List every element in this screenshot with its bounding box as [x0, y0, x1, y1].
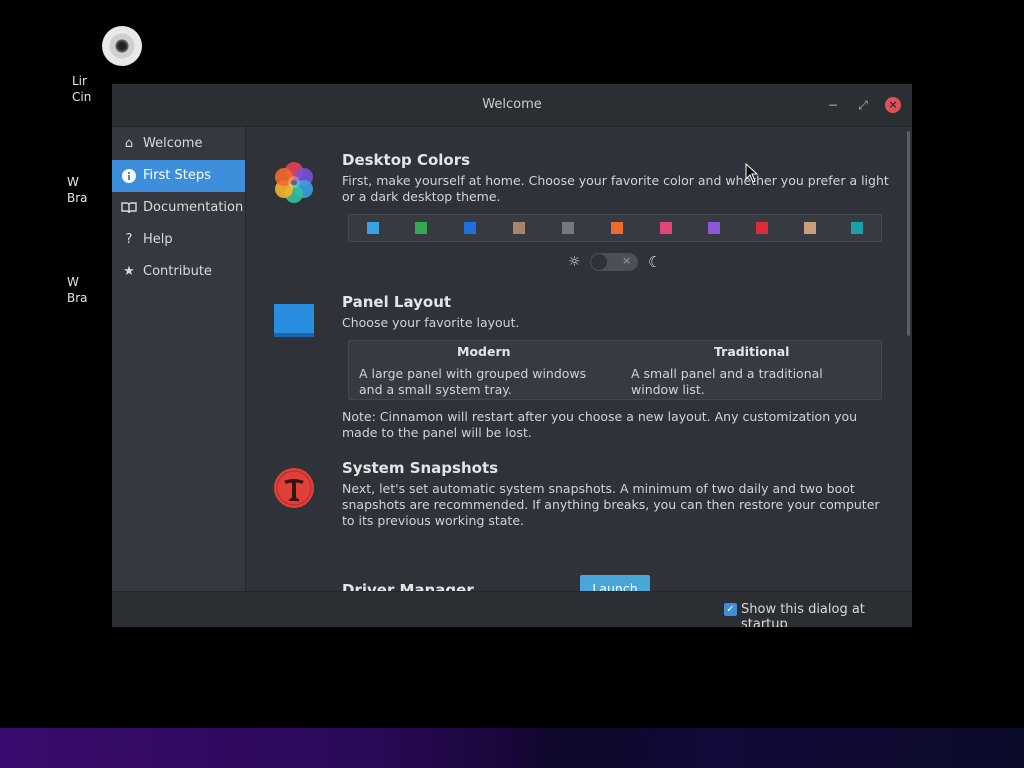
color-swatch-red[interactable]	[756, 222, 768, 234]
sidebar-item-first-steps[interactable]: First Steps	[112, 160, 245, 192]
color-swatch-orange[interactable]	[611, 222, 623, 234]
color-swatch-grey[interactable]	[562, 222, 574, 234]
desktop-colors-title: Desktop Colors	[342, 151, 471, 169]
titlebar[interactable]: Welcome − ⤢ ×	[112, 84, 912, 127]
color-palette	[348, 214, 882, 242]
color-swatch-pink[interactable]	[660, 222, 672, 234]
color-flower-icon	[274, 160, 314, 208]
disc-icon[interactable]	[102, 26, 142, 66]
sidebar-item-label: Documentation	[143, 200, 244, 215]
traditional-text: A small panel and a traditional window l…	[631, 366, 823, 397]
close-button[interactable]: ×	[885, 97, 901, 113]
layout-option-modern[interactable]: Modern A large panel with grouped window…	[349, 341, 615, 399]
sidebar-item-help[interactable]: ? Help	[112, 224, 245, 256]
color-swatch-teal[interactable]	[851, 222, 863, 234]
help-icon: ?	[125, 232, 133, 247]
desktop-icon-label[interactable]: W Bra	[67, 274, 92, 306]
sidebar-item-label: Welcome	[143, 136, 203, 151]
sidebar-item-label: Help	[143, 232, 173, 247]
book-icon	[121, 200, 137, 216]
color-swatch-blue[interactable]	[367, 222, 379, 234]
sidebar: ⌂ Welcome First Steps Documentation ? He…	[112, 127, 246, 591]
timeshift-icon	[274, 468, 314, 512]
driver-manager-title: Driver Manager	[342, 581, 474, 591]
color-swatch-brown[interactable]	[513, 222, 525, 234]
panel-layout-icon	[274, 304, 314, 338]
sidebar-item-welcome[interactable]: ⌂ Welcome	[112, 128, 245, 160]
toggle-knob	[591, 254, 607, 270]
color-swatch-royal-blue[interactable]	[464, 222, 476, 234]
window-title: Welcome	[482, 97, 542, 112]
desktop-icon-label[interactable]: Lir Cin	[72, 73, 92, 105]
desktop-icon-label[interactable]: W Bra	[67, 174, 92, 206]
layout-option-traditional[interactable]: Traditional A small panel and a traditio…	[615, 341, 881, 399]
panel-background	[0, 728, 1024, 768]
sidebar-item-label: Contribute	[143, 264, 212, 279]
footer: ✓ Show this dialog at startup	[112, 591, 912, 627]
maximize-button[interactable]: ⤢	[855, 97, 871, 113]
dark-mode-toggle[interactable]: ×	[590, 253, 638, 271]
modern-text: A large panel with grouped windows and a…	[359, 366, 587, 397]
sidebar-item-documentation[interactable]: Documentation	[112, 192, 245, 224]
show-at-startup-label[interactable]: Show this dialog at startup	[741, 602, 912, 627]
color-swatch-purple[interactable]	[708, 222, 720, 234]
toggle-off-icon: ×	[622, 254, 632, 267]
system-snapshots-text: Next, let's set automatic system snapsho…	[342, 481, 880, 528]
scrollbar[interactable]	[907, 131, 910, 336]
sun-icon: ☼	[568, 254, 581, 270]
color-swatch-green[interactable]	[415, 222, 427, 234]
traditional-title: Traditional	[714, 344, 790, 359]
panel-layout-text: Choose your favorite layout.	[342, 315, 520, 330]
home-icon: ⌂	[124, 136, 134, 151]
color-swatch-sand[interactable]	[804, 222, 816, 234]
layout-note: Note: Cinnamon will restart after you ch…	[342, 409, 858, 440]
show-at-startup-checkbox[interactable]: ✓	[724, 603, 737, 616]
info-icon	[121, 168, 137, 184]
welcome-window: Welcome − ⤢ × ⌂ Welcome First Steps Docu…	[112, 84, 912, 627]
moon-icon: ☾	[648, 253, 662, 271]
sidebar-item-contribute[interactable]: ★ Contribute	[112, 256, 245, 288]
mouse-cursor-icon	[745, 162, 759, 187]
sidebar-item-label: First Steps	[143, 168, 211, 183]
desktop-colors-text: First, make yourself at home. Choose you…	[342, 173, 889, 204]
first-steps-content: Desktop Colors First, make yourself at h…	[246, 127, 912, 591]
modern-title: Modern	[457, 344, 511, 359]
layout-options: Modern A large panel with grouped window…	[348, 340, 882, 400]
star-icon: ★	[123, 264, 135, 279]
minimize-button[interactable]: −	[825, 97, 841, 113]
launch-button[interactable]: Launch	[580, 575, 650, 591]
system-snapshots-title: System Snapshots	[342, 459, 499, 477]
panel-layout-title: Panel Layout	[342, 293, 452, 311]
